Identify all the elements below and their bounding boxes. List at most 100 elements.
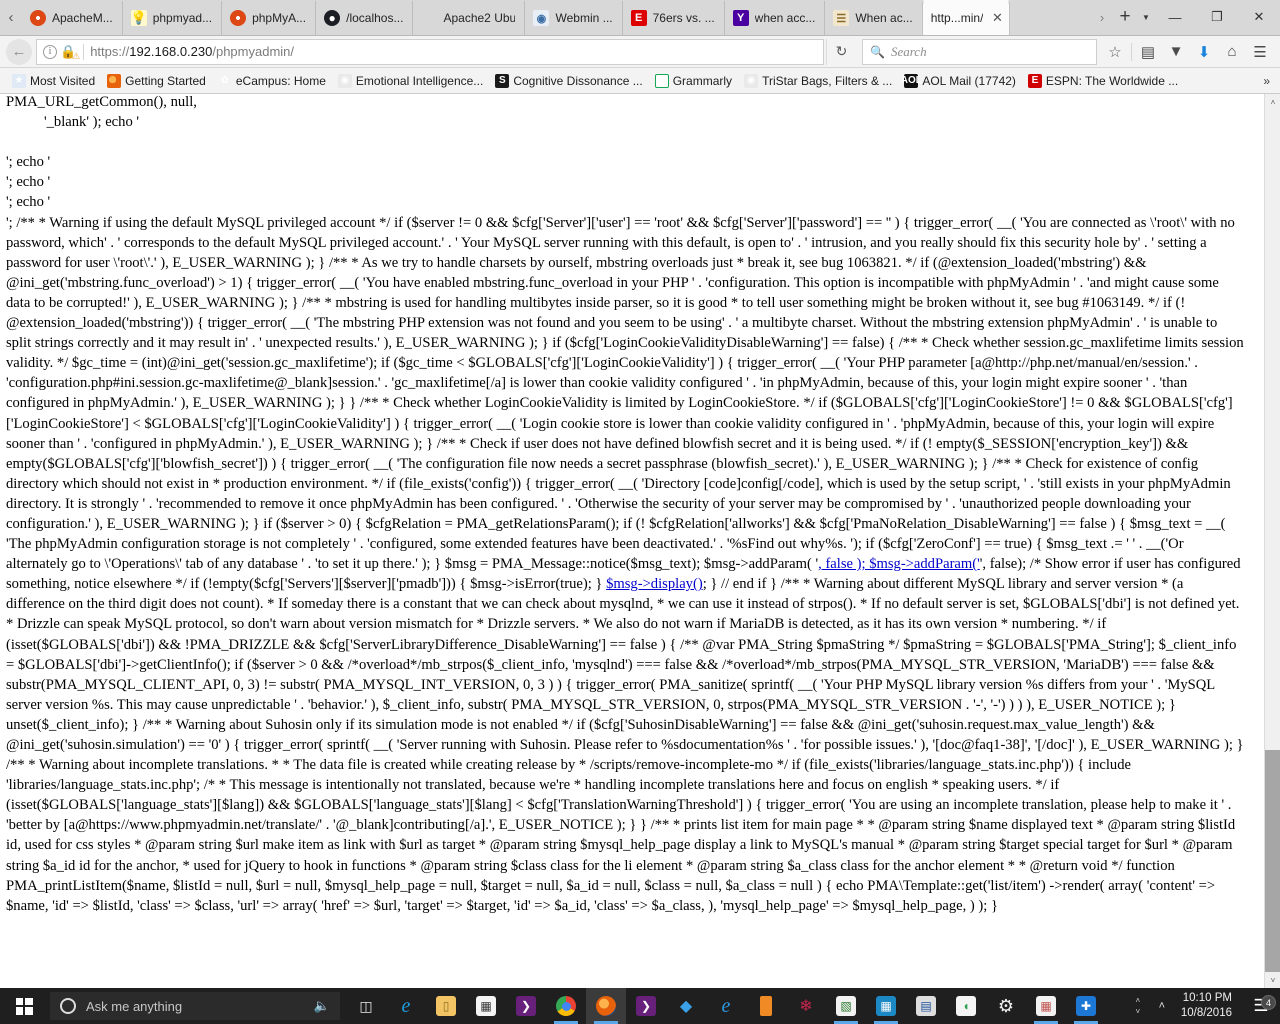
tab-scroll-left-button[interactable]: ‹: [0, 0, 22, 35]
wifi-manager-icon[interactable]: ◖: [946, 988, 986, 1024]
windows-defender-icon[interactable]: ✚: [1066, 988, 1106, 1024]
tab-list: ApacheM... 💡 phpmyad... phpMyA... ● /loc…: [22, 0, 1092, 35]
tab-scroll-right-button[interactable]: ›: [1092, 0, 1112, 35]
source-body-part-1: '; /** * Warning if using the default My…: [6, 214, 1244, 553]
source-line-truncated: PMA_printListItem( __( 'Support' ), 'pma…: [6, 94, 197, 111]
site-identity[interactable]: i 🔒 ⚠: [41, 43, 81, 61]
bookmark-emotional-intelligence[interactable]: ◉ Emotional Intelligence...: [332, 70, 489, 92]
bookmark-label: Emotional Intelligence...: [355, 73, 484, 88]
pocket-icon[interactable]: ▼: [1162, 38, 1190, 66]
add-param-link[interactable]: , false ); $msg->addParam(': [818, 556, 980, 572]
browser-tab-localhost[interactable]: ● /localhos...: [315, 1, 412, 35]
toolbar-icons: ☆ ▤ ▼ ⬇ ⌂ ☰: [1101, 38, 1274, 66]
restore-button[interactable]: ❐: [1196, 0, 1238, 35]
msg-display-link[interactable]: $msg->display(): [606, 576, 703, 592]
grammarly-icon: G: [654, 73, 669, 88]
downloads-icon[interactable]: ⬇: [1190, 38, 1218, 66]
close-window-button[interactable]: ✕: [1238, 0, 1280, 35]
bookmark-label: eCampus: Home: [235, 73, 326, 88]
bookmark-tristar-bags[interactable]: ◉ TriStar Bags, Filters & ...: [738, 70, 898, 92]
server-manager-icon[interactable]: ▦: [866, 988, 906, 1024]
bookmark-cognitive-dissonance[interactable]: S Cognitive Dissonance ...: [489, 70, 648, 92]
close-icon[interactable]: ✕: [989, 10, 1005, 26]
bookmark-label: Cognitive Dissonance ...: [513, 73, 643, 88]
reload-icon[interactable]: ↻: [826, 38, 856, 65]
tab-label: phpMyA...: [252, 11, 307, 25]
espn-icon: E: [630, 10, 647, 26]
chevron-down-icon[interactable]: ▼: [1138, 0, 1154, 35]
powerpoint-icon[interactable]: ▦: [1026, 988, 1066, 1024]
bookmark-star-icon[interactable]: ☆: [1101, 38, 1129, 66]
edge-icon[interactable]: e: [386, 988, 426, 1024]
browser-tab-when-ac[interactable]: ☰ When ac...: [824, 1, 921, 35]
php-source-dump: PMA_printListItem( __( 'Support' ), 'pma…: [0, 94, 1253, 916]
ubuntu-icon: [230, 10, 247, 26]
echo-line-1: '; echo ': [6, 154, 51, 171]
home-icon[interactable]: ⌂: [1218, 38, 1246, 66]
scroll-down-icon[interactable]: ˅: [1265, 972, 1280, 988]
browser-tab-76ers[interactable]: E 76ers vs. ...: [621, 1, 724, 35]
bookmark-aol-mail[interactable]: AOL AOL Mail (17742): [898, 70, 1022, 92]
bookmark-label: Grammarly: [672, 73, 733, 88]
aol-icon: AOL: [900, 73, 922, 88]
blank-icon: [421, 10, 437, 26]
internet-explorer-icon[interactable]: e: [706, 988, 746, 1024]
notification-badge: 4: [1261, 995, 1276, 1010]
chrome-icon[interactable]: [546, 988, 586, 1024]
start-button[interactable]: [0, 988, 48, 1024]
bookmark-getting-started[interactable]: Getting Started: [101, 70, 212, 92]
firefox-icon[interactable]: [586, 988, 626, 1024]
tab-strip: ‹ ApacheM... 💡 phpmyad... phpMyA... ● /l…: [0, 0, 1280, 36]
scroll-up-icon[interactable]: ˄: [1265, 94, 1280, 110]
bookmark-espn[interactable]: E ESPN: The Worldwide ...: [1022, 70, 1184, 92]
visual-studio-icon[interactable]: ❯: [626, 988, 666, 1024]
notepad-plus-plus-icon[interactable]: [746, 988, 786, 1024]
browser-tab-phpmyad[interactable]: 💡 phpmyad...: [121, 1, 221, 35]
settings-gear-icon[interactable]: ⚙: [986, 988, 1026, 1024]
minimize-button[interactable]: —: [1154, 0, 1196, 35]
scrollbar-thumb[interactable]: [1265, 750, 1280, 972]
navigation-toolbar: ← i 🔒 ⚠ https://192.168.0.230/phpmyadmin/…: [0, 36, 1280, 68]
clock[interactable]: 10:10 PM 10/8/2016: [1175, 991, 1242, 1021]
show-hidden-icons-button[interactable]: ˄: [1149, 1000, 1175, 1012]
store-icon[interactable]: ▦: [466, 988, 506, 1024]
browser-tab-when-acc[interactable]: Y when acc...: [723, 1, 825, 35]
browser-window: ‹ ApacheM... 💡 phpmyad... phpMyA... ● /l…: [0, 0, 1280, 1024]
bookmark-label: ESPN: The Worldwide ...: [1045, 73, 1179, 88]
firefox-icon: [107, 73, 122, 88]
search-bar[interactable]: 🔍 Search: [862, 38, 1097, 65]
microphone-icon[interactable]: 🔈: [314, 998, 330, 1014]
spreadsheet-icon[interactable]: ▧: [826, 988, 866, 1024]
github-icon: ●: [324, 10, 341, 26]
lock-warning-icon: 🔒 ⚠: [60, 43, 81, 61]
browser-tab-phpmyadmin-active[interactable]: http...min/ ✕: [921, 0, 1011, 35]
browser-tab-phpmya[interactable]: phpMyA...: [221, 1, 315, 35]
browser-tab-webmin[interactable]: ◉ Webmin ...: [524, 1, 621, 35]
visual-studio-code-icon[interactable]: ❯: [506, 988, 546, 1024]
cortana-input[interactable]: Ask me anything: [86, 999, 304, 1014]
browser-tab-apachem[interactable]: ApacheM...: [22, 1, 122, 35]
reader-view-icon[interactable]: ▤: [1134, 38, 1162, 66]
new-tab-button[interactable]: +: [1112, 0, 1138, 35]
back-button[interactable]: ←: [6, 38, 32, 65]
lightbulb-icon: 💡: [130, 10, 147, 26]
bookmarks-overflow-icon[interactable]: »: [1263, 74, 1274, 88]
tray-scroll-icon[interactable]: ˄ ˅: [1127, 995, 1149, 1017]
file-explorer-icon[interactable]: ▯: [426, 988, 466, 1024]
filezilla-icon[interactable]: ◆: [666, 988, 706, 1024]
bookmark-grammarly[interactable]: G Grammarly: [649, 70, 738, 92]
notification-center-button[interactable]: ☰ 4: [1242, 995, 1280, 1016]
search-input[interactable]: Search: [891, 44, 927, 60]
browser-tab-apache2-ubuntu[interactable]: Apache2 Ubu...: [412, 1, 524, 35]
menu-icon[interactable]: ☰: [1246, 38, 1274, 66]
task-view-button[interactable]: ◫: [346, 988, 386, 1024]
bookmark-most-visited[interactable]: ★ Most Visited: [6, 70, 101, 92]
bookmark-ecampus[interactable]: ✿ eCampus: Home: [212, 70, 332, 92]
raspberry-pi-icon[interactable]: ❄: [786, 988, 826, 1024]
window-controls: — ❐ ✕: [1154, 0, 1280, 35]
cortana-search-box[interactable]: Ask me anything 🔈: [50, 992, 340, 1020]
address-bar[interactable]: i 🔒 ⚠ https://192.168.0.230/phpmyadmin/: [36, 38, 824, 65]
putty-icon[interactable]: ▤: [906, 988, 946, 1024]
vertical-scrollbar[interactable]: ˄ ˅: [1264, 94, 1280, 988]
